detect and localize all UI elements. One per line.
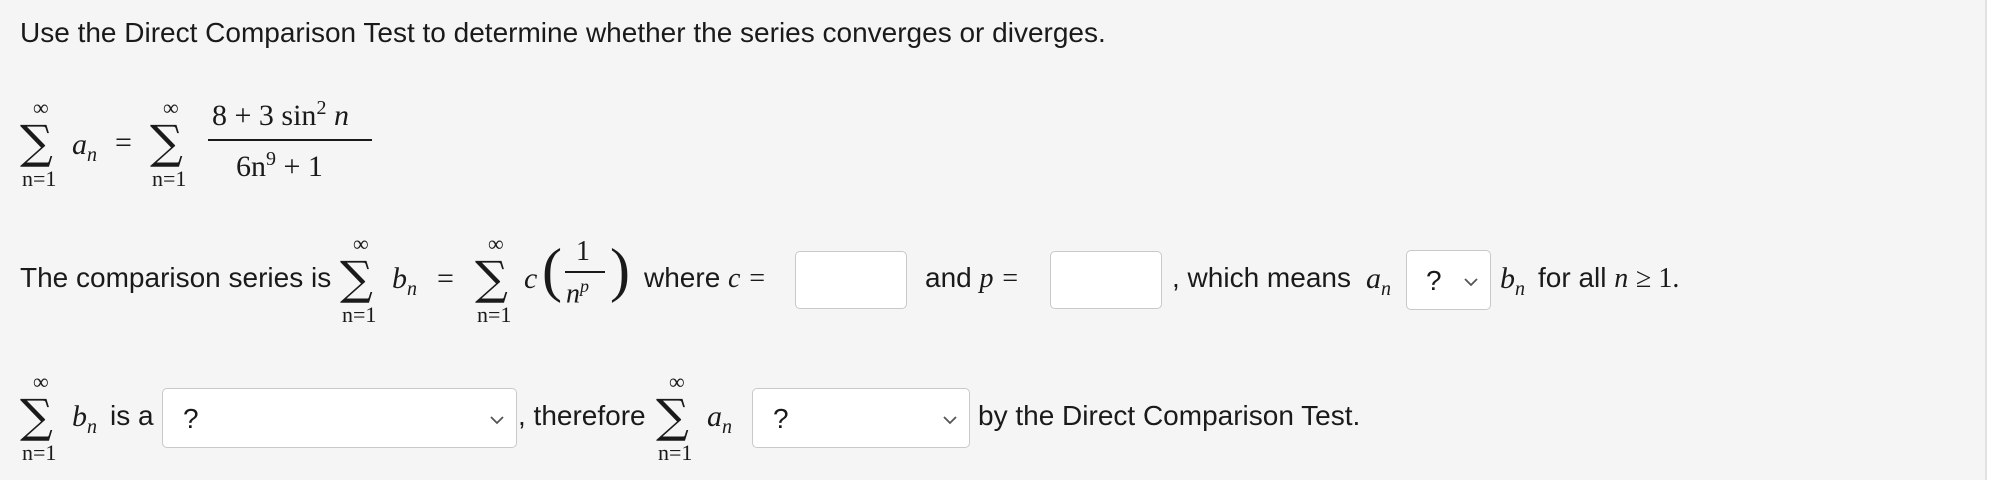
equals-sign-1: = — [115, 126, 132, 159]
where-c-label: where c = — [644, 262, 767, 294]
equals-sign-2: = — [437, 262, 454, 295]
right-paren: ) — [610, 237, 630, 303]
sum3-lower: n=1 — [342, 302, 377, 327]
relation-select-value: ? — [1426, 265, 1442, 296]
fraction-numerator: 8 + 3 sin2 n — [212, 97, 349, 132]
bn-term: bn — [392, 262, 417, 300]
bn-term-3: bn — [72, 400, 97, 438]
c-coefficient: c — [524, 262, 538, 295]
sum5-lower: n=1 — [22, 440, 57, 465]
and-p-label: and p = — [925, 262, 1020, 294]
an-term: an — [72, 128, 97, 166]
question-panel: Use the Direct Comparison Test to determ… — [0, 0, 1987, 480]
sum6-lower: n=1 — [658, 440, 693, 465]
series-type-select-value: ? — [183, 403, 199, 434]
chevron-down-icon — [943, 416, 957, 425]
series-type-select[interactable]: ? — [162, 388, 517, 448]
an-term-3: an — [707, 400, 732, 438]
sum2-sigma: ∑ — [150, 115, 183, 169]
comparison-frac-num: 1 — [576, 236, 590, 267]
sum1-lower: n=1 — [22, 166, 57, 191]
comparison-frac-bar — [565, 271, 605, 273]
question-prompt: Use the Direct Comparison Test to determ… — [20, 17, 1106, 48]
sum6-sigma: ∑ — [656, 389, 689, 443]
sum4-lower: n=1 — [477, 302, 512, 327]
which-means-text: , which means — [1172, 262, 1351, 293]
sum3-sigma: ∑ — [340, 251, 373, 305]
bn-term-2: bn — [1500, 262, 1525, 300]
fraction-bar — [208, 139, 372, 141]
sum2-lower: n=1 — [152, 166, 187, 191]
result-select-value: ? — [773, 403, 789, 434]
p-value-input[interactable] — [1050, 251, 1162, 309]
an-term-2: an — [1366, 262, 1391, 300]
sum1-sigma: ∑ — [20, 115, 53, 169]
conclusion-tail-text: by the Direct Comparison Test. — [978, 400, 1361, 431]
sum4-sigma: ∑ — [475, 251, 508, 305]
sum5-sigma: ∑ — [20, 389, 53, 443]
result-select[interactable]: ? — [752, 388, 970, 448]
relation-select[interactable]: ? — [1406, 250, 1491, 310]
c-value-input[interactable] — [795, 251, 907, 309]
chevron-down-icon — [490, 416, 504, 425]
for-all-text: for all n ≥ 1. — [1538, 262, 1680, 294]
is-a-text: is a — [110, 400, 154, 431]
comparison-frac-den: np — [566, 276, 589, 310]
fraction-denominator: 6n9 + 1 — [236, 148, 323, 183]
therefore-text: , therefore — [518, 400, 646, 431]
comparison-lead-text: The comparison series is — [20, 262, 332, 293]
left-paren: ( — [542, 237, 562, 303]
chevron-down-icon — [1464, 278, 1478, 287]
